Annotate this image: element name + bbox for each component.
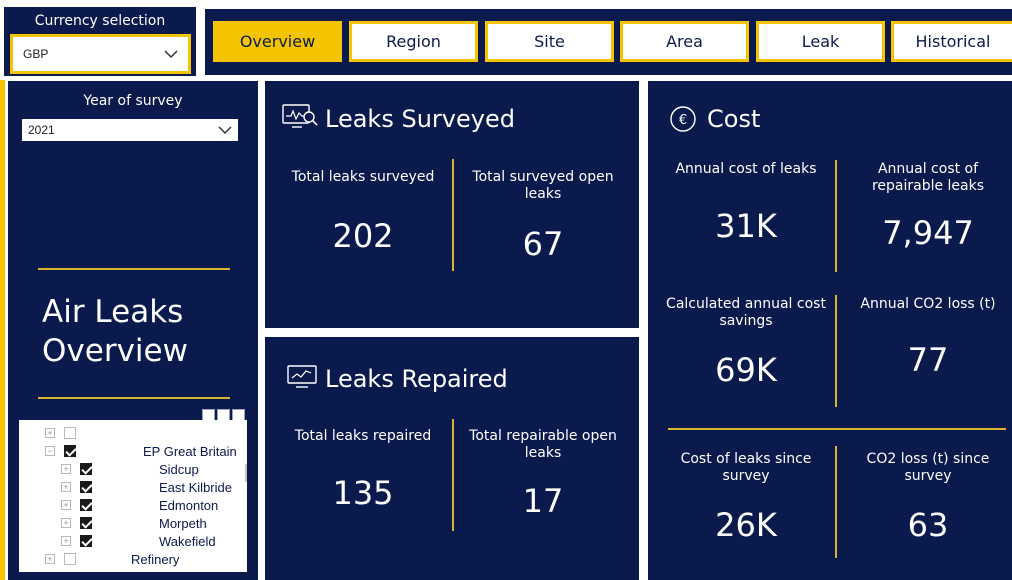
kpi-value: 63 — [907, 506, 949, 544]
sidebar: Year of survey 2021 Air Leaks Overview +… — [8, 81, 258, 580]
site-tree-slicer: + − EP Great Britain + Sidcup + East Kil… — [19, 420, 247, 572]
tree-item[interactable]: + Edmonton — [19, 497, 239, 515]
tree-item[interactable]: + — [19, 425, 239, 443]
kpi-label: Total repairable open leaks — [469, 428, 617, 461]
tree-item[interactable]: + Refinery — [19, 551, 239, 569]
kpi-label: Calculated annual cost savings — [666, 296, 826, 329]
card-title: Cost — [707, 105, 761, 133]
tree-item-label: Refinery — [131, 552, 180, 567]
currency-dropdown[interactable]: GBP — [10, 34, 191, 74]
checkbox[interactable] — [80, 517, 92, 529]
leaks-repaired-card: Leaks Repaired Total leaks repaired 135 … — [265, 337, 639, 580]
tab-leak[interactable]: Leak — [756, 21, 885, 62]
page-title-line2: Overview — [42, 333, 188, 369]
kpi-value: 202 — [332, 217, 394, 255]
card-title: Leaks Surveyed — [325, 105, 515, 133]
divider — [452, 159, 454, 271]
expand-icon[interactable]: + — [61, 518, 71, 528]
tree-item-label: Sidcup — [159, 462, 199, 477]
checkbox[interactable] — [64, 553, 76, 565]
tree-item-label: Morpeth — [159, 516, 207, 531]
kpi-label: Cost of leaks since survey — [680, 451, 812, 484]
expand-icon[interactable]: + — [45, 428, 55, 438]
year-value: 2021 — [28, 123, 55, 137]
tree-item-label: Edmonton — [159, 498, 219, 513]
kpi-value: 135 — [332, 474, 394, 512]
expand-icon[interactable]: + — [61, 500, 71, 510]
checkbox[interactable] — [64, 445, 76, 457]
kpi-label: Total leaks surveyed — [291, 169, 435, 185]
kpi-value: 67 — [522, 225, 564, 263]
kpi-value: 31K — [715, 207, 777, 245]
expand-icon[interactable]: + — [61, 464, 71, 474]
divider — [668, 428, 1006, 430]
tab-historical[interactable]: Historical — [891, 21, 1012, 62]
kpi-value: 7,947 — [882, 214, 974, 252]
currency-value: GBP — [23, 47, 49, 61]
expand-icon[interactable]: + — [45, 554, 55, 564]
tree-item[interactable]: + East Kilbride — [19, 479, 239, 497]
checkbox[interactable] — [80, 463, 92, 475]
divider — [38, 397, 230, 399]
divider — [835, 446, 837, 558]
currency-title: Currency selection — [34, 13, 166, 29]
leaks-surveyed-card: Leaks Surveyed Total leaks surveyed 202 … — [265, 81, 639, 328]
tree-item-label: Wakefield — [159, 534, 216, 549]
tree-item-label: East Kilbride — [159, 480, 232, 495]
expand-icon[interactable]: + — [61, 482, 71, 492]
scrollbar[interactable] — [245, 464, 247, 482]
kpi-label: Annual cost of repairable leaks — [871, 161, 985, 194]
checkbox[interactable] — [80, 481, 92, 493]
collapse-icon[interactable]: − — [45, 446, 55, 456]
page-title-line1: Air Leaks — [42, 294, 184, 330]
monitor-search-icon — [282, 104, 318, 128]
kpi-value: 17 — [522, 482, 564, 520]
expand-icon[interactable]: + — [61, 536, 71, 546]
kpi-label: CO2 loss (t) since survey — [866, 451, 990, 484]
year-dropdown[interactable]: 2021 — [22, 119, 238, 141]
tree-item[interactable]: + Wakefield — [19, 533, 239, 551]
tree-item-label: EP Great Britain — [143, 444, 237, 459]
divider — [835, 295, 837, 407]
divider — [835, 160, 837, 272]
page-title: Air Leaks Overview — [42, 293, 188, 371]
currency-panel: Currency selection GBP — [4, 7, 196, 76]
kpi-label: Total surveyed open leaks — [472, 169, 614, 202]
tab-area[interactable]: Area — [620, 21, 749, 62]
kpi-value: 77 — [907, 341, 949, 379]
chevron-down-icon — [164, 50, 178, 59]
divider — [38, 268, 230, 270]
kpi-label: Annual CO2 loss (t) — [860, 296, 996, 312]
checkbox[interactable] — [80, 499, 92, 511]
svg-text:€: € — [679, 113, 687, 128]
kpi-value: 26K — [715, 506, 777, 544]
tab-region[interactable]: Region — [349, 21, 478, 62]
cost-card: € Cost Annual cost of leaks 31K Annual c… — [648, 81, 1012, 580]
slicer-header-icons — [202, 406, 254, 421]
year-title: Year of survey — [83, 93, 183, 109]
tree-item[interactable]: + Sidcup — [19, 461, 239, 479]
chevron-down-icon — [218, 126, 232, 135]
nav-tabs: Overview Region Site Area Leak Historica… — [205, 9, 1012, 75]
kpi-label: Total leaks repaired — [294, 428, 432, 444]
tab-overview[interactable]: Overview — [213, 21, 342, 62]
tree-item[interactable]: − EP Great Britain — [19, 443, 239, 461]
kpi-label: Annual cost of leaks — [675, 161, 817, 177]
tree-item[interactable]: + Morpeth — [19, 515, 239, 533]
divider — [452, 419, 454, 531]
monitor-chart-icon — [287, 365, 317, 388]
euro-icon: € — [670, 106, 696, 132]
kpi-value: 69K — [715, 351, 777, 389]
tab-site[interactable]: Site — [485, 21, 614, 62]
card-title: Leaks Repaired — [325, 365, 508, 393]
checkbox[interactable] — [80, 535, 92, 547]
checkbox[interactable] — [64, 427, 76, 439]
left-accent-bar — [0, 80, 5, 580]
